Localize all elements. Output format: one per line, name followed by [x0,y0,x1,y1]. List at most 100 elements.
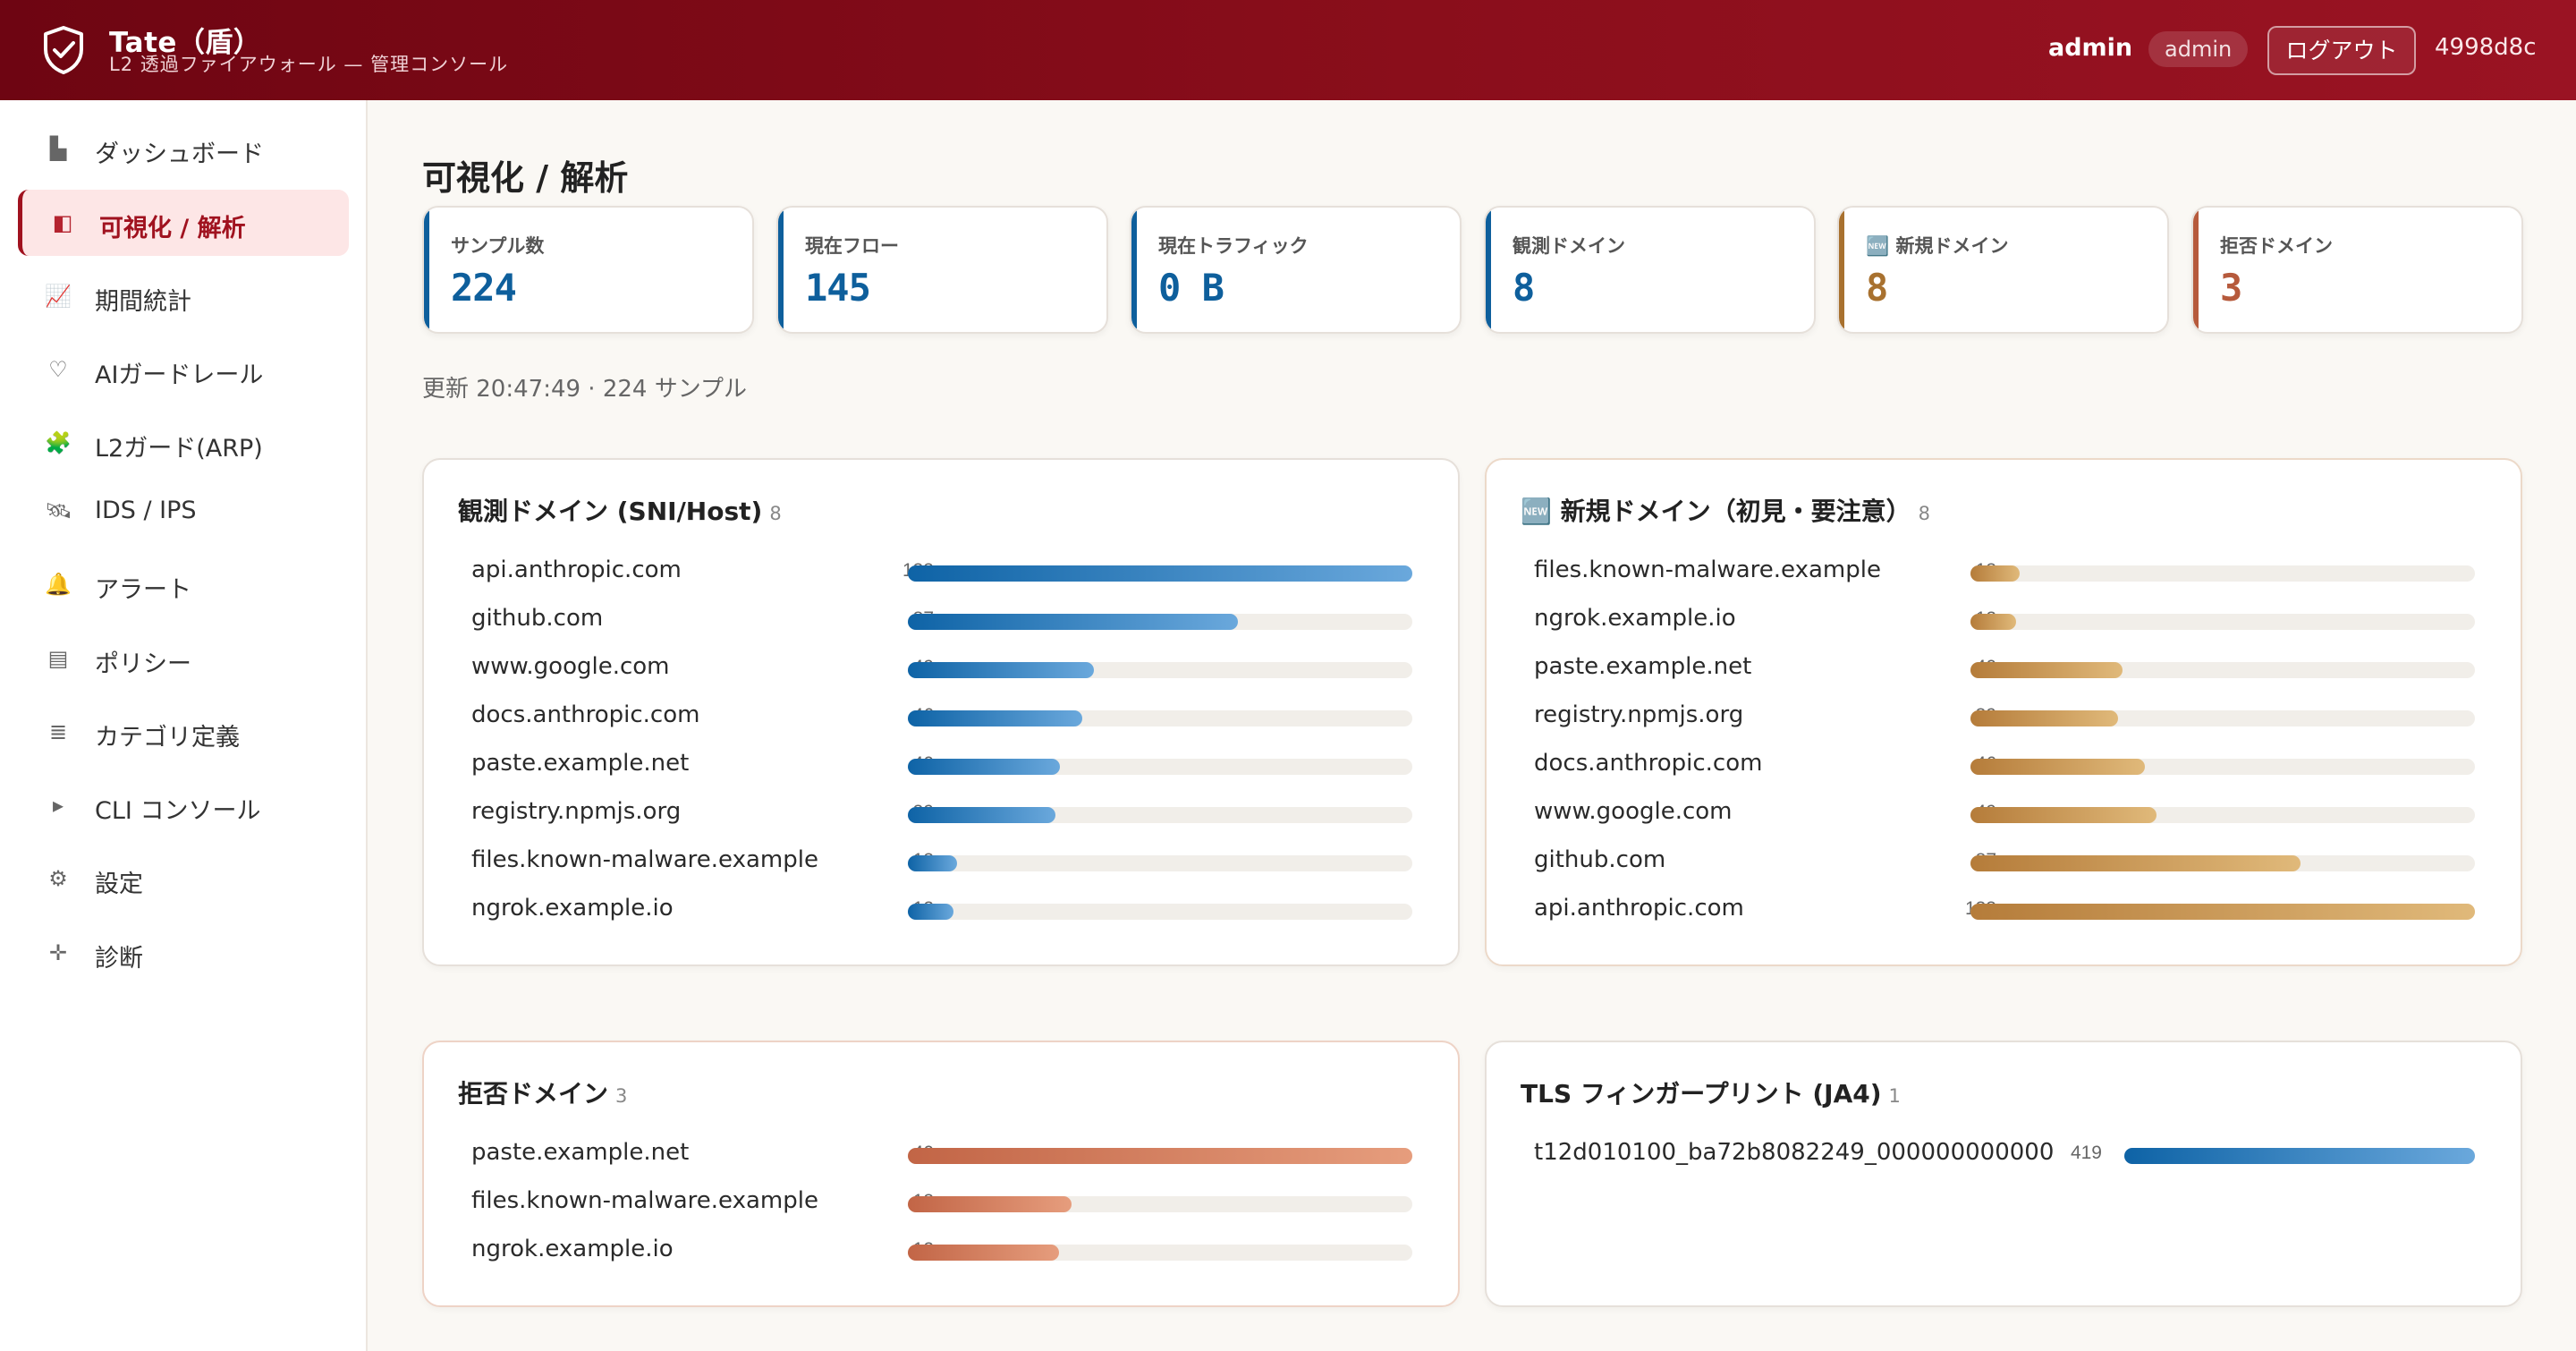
domain-row[interactable]: registry.npmjs.org39 [424,789,1458,837]
sidebar-item-1[interactable]: ◧ 可視化 / 解析 [18,190,349,256]
bar-fill [908,1245,1060,1261]
domain-row[interactable]: files.known-malware.example13 [424,837,1458,886]
bell-icon: 🔔 [45,572,72,597]
sidebar-item-10[interactable]: ⚙ 設定 [18,845,349,912]
logout-button[interactable]: ログアウト [2267,26,2416,75]
sidebar-item-label: アラート [95,576,191,604]
row-name: www.google.com [1534,798,1733,825]
domain-row[interactable]: api.anthropic.com133 [424,548,1458,596]
sidebar-item-11[interactable]: ✛ 診断 [18,920,349,986]
stat-value: 145 [805,266,871,310]
sidebar-item-9[interactable]: ▸ CLI コンソール [18,772,349,838]
bar-track [1970,662,2475,678]
sidebar: ▙ ダッシュボード ◧ 可視化 / 解析 📈 期間統計 ♡ AIガードレール 🧩 L2ガード(AR… [0,100,368,1351]
lines-icon: ≣ [48,719,68,744]
domain-row[interactable]: ngrok.example.io12 [424,886,1458,934]
domain-row[interactable]: t12d010100_ba72b8082249_000000000000 419 [1487,1130,2521,1178]
bar-fill [908,759,1060,775]
tls-fingerprint-panel: TLS フィンガープリント (JA4) 1 t12d010100_ba72b808… [1485,1041,2522,1307]
bar-fill [1970,565,2021,582]
row-name: files.known-malware.example [471,1187,818,1214]
stat-label: 拒否ドメイン [2220,235,2333,257]
sidebar-item-3[interactable]: ♡ AIガードレール [18,336,349,403]
domain-row[interactable]: paste.example.net40 [1487,644,2521,692]
row-name: github.com [471,605,604,632]
sidebar-item-label: CLI コンソール [95,797,261,825]
row-name: www.google.com [471,653,670,680]
domain-row[interactable]: paste.example.net40 [424,741,1458,789]
bar-fill [1970,904,2475,920]
panel-title: 観測ドメイン (SNI/Host) 8 [458,497,782,526]
bar-fill [1970,807,2157,823]
sidebar-item-4[interactable]: 🧩 L2ガード(ARP) [18,410,349,476]
bar-track [908,710,1412,726]
domain-row[interactable]: registry.npmjs.org39 [1487,692,2521,741]
domain-row[interactable]: files.known-malware.example13 [424,1178,1458,1227]
list-icon: ▤ [47,646,69,671]
sidebar-item-label: 診断 [95,945,143,973]
bar-fill [908,904,953,920]
bar-track [908,1148,1412,1164]
row-name: ngrok.example.io [471,1236,674,1262]
bar-track [1970,710,2475,726]
panel-count: 8 [1918,503,1930,524]
crosshair-icon: ✛ [48,940,68,965]
page-title: 可視化 / 解析 [422,158,629,198]
stat-value: 224 [451,266,517,310]
sidebar-item-0[interactable]: ▙ ダッシュボード [18,115,349,182]
bar-track [1970,565,2475,582]
domain-row[interactable]: files.known-malware.example13 [1487,548,2521,596]
panel-title: 拒否ドメイン 3 [458,1079,628,1109]
domain-row[interactable]: docs.anthropic.com46 [424,692,1458,741]
row-name: github.com [1534,846,1666,873]
sidebar-item-label: カテゴリ定義 [95,724,240,752]
row-name: registry.npmjs.org [471,798,682,825]
stat-label: 現在トラフィック [1158,235,1309,257]
build-hash: 4998d8c [2435,34,2537,61]
domain-row[interactable]: ngrok.example.io12 [424,1227,1458,1275]
domain-row[interactable]: paste.example.net40 [424,1130,1458,1178]
app-subtitle: L2 透過ファイアウォール — 管理コンソール [109,54,509,75]
sidebar-item-8[interactable]: ≣ カテゴリ定義 [18,699,349,765]
bar-track [908,1245,1412,1261]
stat-card: サンプル数 224 [422,206,754,334]
sidebar-item-label: 可視化 / 解析 [99,215,246,242]
row-name: api.anthropic.com [1534,895,1744,922]
sidebar-item-2[interactable]: 📈 期間統計 [18,263,349,329]
row-count: 419 [2070,1143,2102,1163]
bar-track [1970,855,2475,871]
stat-label: 🆕 新規ドメイン [1866,235,2009,257]
sidebar-item-label: 期間統計 [95,288,191,316]
sidebar-item-label: IDS / IPS [95,497,197,524]
puzzle-icon: 🧩 [45,430,72,455]
stat-value: 0 B [1158,266,1224,310]
bar-track [2124,1148,2475,1164]
bar-fill [1970,710,2119,726]
domain-row[interactable]: ngrok.example.io12 [1487,596,2521,644]
bar-track [908,759,1412,775]
current-user: admin [2048,34,2133,62]
bar-fill [2124,1148,2475,1164]
play-icon: ▸ [52,793,64,818]
row-name: docs.anthropic.com [1534,750,1763,777]
stat-label: 観測ドメイン [1513,235,1625,257]
bar-fill [908,855,958,871]
shield-check-icon [44,26,83,74]
sidebar-item-6[interactable]: 🔔 アラート [18,551,349,617]
domain-row[interactable]: www.google.com49 [1487,789,2521,837]
row-name: ngrok.example.io [471,895,674,922]
sidebar-item-5[interactable]: 🛰 IDS / IPS [18,478,349,544]
panel-count: 3 [615,1085,628,1107]
domain-row[interactable]: www.google.com49 [424,644,1458,692]
sidebar-item-label: ダッシュボード [95,140,264,168]
stat-value: 3 [2220,266,2242,310]
sidebar-item-7[interactable]: ▤ ポリシー [18,625,349,692]
panel-count: 8 [769,503,782,524]
bar-track [1970,614,2475,630]
domain-row[interactable]: github.com87 [424,596,1458,644]
bar-track [908,662,1412,678]
domain-row[interactable]: docs.anthropic.com46 [1487,741,2521,789]
domain-row[interactable]: api.anthropic.com133 [1487,886,2521,934]
row-name: paste.example.net [471,750,690,777]
domain-row[interactable]: github.com87 [1487,837,2521,886]
